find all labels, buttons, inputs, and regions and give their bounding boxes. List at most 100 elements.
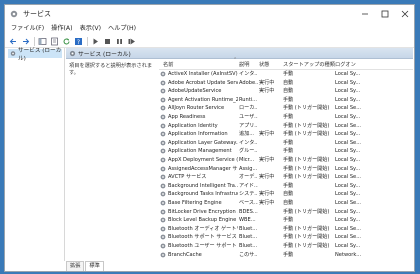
service-startup-type: 手動 (トリガー開始): [283, 105, 330, 112]
service-row[interactable]: AllJoyn Router Service ローカ... 手動 (トリガー開始) L…: [159, 104, 413, 112]
service-startup-type: 手動: [283, 182, 294, 189]
service-row[interactable]: Background Intelligent Tra... アイド... 手動 Loc…: [159, 182, 413, 190]
properties-icon: [51, 37, 58, 45]
service-startup-type: 手動 (トリガー開始): [283, 234, 330, 241]
details-pane: サービス (ローカル) 項目を選択すると説明が表示されます。 名前 ⌃ 説明 状…: [66, 48, 413, 261]
service-status: 実行中: [259, 79, 275, 86]
service-description-cell: Assig...: [239, 165, 258, 172]
service-row[interactable]: Application Information 追加... 実行中 手動 (トリガー開…: [159, 130, 413, 138]
service-logon: Local Se...: [335, 200, 362, 206]
refresh-button[interactable]: [62, 37, 71, 46]
toolbar-separator: [34, 36, 35, 46]
service-gear-icon: [160, 80, 166, 85]
column-header-startup-type[interactable]: スタートアップの種類: [283, 61, 335, 68]
sort-caret-icon: ⌃: [233, 57, 238, 63]
minimize-button[interactable]: [360, 9, 370, 19]
forward-button[interactable]: [21, 37, 30, 46]
pause-service-button[interactable]: [115, 37, 124, 46]
service-row[interactable]: AppX Deployment Service (... Micr... 実行中 手動…: [159, 156, 413, 164]
service-row[interactable]: Adobe Acrobat Update Serv... Adobe... 実行中 自…: [159, 79, 413, 87]
service-gear-icon: [160, 157, 166, 163]
menu-view[interactable]: 表示(V): [80, 23, 101, 34]
back-button[interactable]: [9, 37, 18, 46]
service-gear-icon: [160, 71, 166, 77]
service-description-cell: このサ...: [239, 251, 258, 258]
column-header-name[interactable]: 名前: [163, 61, 173, 68]
service-startup-type: 手動: [283, 96, 294, 103]
service-description-cell: Runti...: [239, 96, 258, 103]
service-row[interactable]: Agent Activation Runtime_2... Runti... 手動 L…: [159, 96, 413, 104]
service-name: Bluetooth サポート サービス: [168, 234, 237, 241]
stop-icon: [105, 38, 110, 44]
service-name: AdobeUpdateService: [168, 88, 222, 95]
service-gear-icon: [160, 243, 166, 249]
service-name: AVCTP サービス: [168, 174, 207, 181]
service-gear-icon: [160, 114, 166, 120]
service-row[interactable]: BitLocker Drive Encryption ... BDES... 手動 …: [159, 208, 413, 216]
service-row[interactable]: AssignedAccessManager サ... Assig... 手動 (トリ…: [159, 165, 413, 173]
service-startup-type: 自動: [283, 79, 294, 86]
service-gear-icon: [160, 148, 166, 154]
service-logon: Local Se...: [335, 139, 362, 146]
menu-action[interactable]: 操作(A): [51, 23, 72, 34]
list-header: 名前 ⌃ 説明 状態 スタートアップの種類 ログオン: [159, 57, 413, 70]
maximize-button[interactable]: [380, 9, 390, 19]
service-logon: Local Sy...: [335, 148, 361, 155]
restart-service-button[interactable]: [127, 37, 136, 46]
service-row[interactable]: Bluetooth サポート サービス Bluet... 手動 (トリガー開始) Lo…: [159, 233, 413, 241]
service-startup-type: 手動: [283, 114, 294, 120]
service-gear-icon: [160, 234, 166, 240]
service-gear-icon: [160, 226, 166, 232]
stop-service-button[interactable]: [103, 37, 112, 46]
service-description-cell: インタ...: [239, 71, 258, 77]
service-row[interactable]: Background Tasks Infrastruc... システ... 実行中 自…: [159, 190, 413, 198]
tab-standard[interactable]: 標準: [85, 261, 104, 271]
service-description-cell: ローカ...: [239, 105, 258, 112]
tree-item-label: サービス (ローカル): [18, 47, 62, 62]
service-gear-icon: [160, 200, 166, 206]
service-row[interactable]: AVCTP サービス オーデ... 実行中 手動 (トリガー開始) Local Se..…: [159, 173, 413, 181]
service-name: Agent Activation Runtime_2...: [168, 96, 238, 103]
menu-file[interactable]: ファイル(F): [11, 23, 44, 34]
service-logon: Local Sy...: [335, 88, 361, 95]
menu-bar: ファイル(F) 操作(A) 表示(V) ヘルプ(H): [5, 23, 414, 34]
service-name: Bluetooth オーディオ ゲートウェ...: [168, 225, 238, 232]
service-logon: Local Sy...: [335, 191, 361, 198]
service-description-cell: Bluet...: [239, 225, 258, 232]
service-gear-icon: [160, 217, 166, 223]
tab-extended[interactable]: 拡張: [66, 261, 85, 271]
service-row[interactable]: Application Identity アプリ... 手動 (トリガー開始) Loc…: [159, 122, 413, 130]
service-name: Application Information: [168, 131, 228, 138]
services-list: 名前 ⌃ 説明 状態 スタートアップの種類 ログオン ActiveX Insta…: [159, 57, 413, 261]
start-service-button[interactable]: [91, 37, 100, 46]
service-logon: Local Se...: [335, 105, 362, 112]
service-row[interactable]: Bluetooth オーディオ ゲートウェ...Bluet... 手動 (トリガー…: [159, 225, 413, 233]
column-header-logon[interactable]: ログオン: [335, 61, 356, 68]
service-logon: Local Se...: [335, 122, 362, 129]
console-tree-icon: [38, 37, 47, 45]
help-button[interactable]: ?: [74, 37, 83, 46]
service-row[interactable]: BranchCache このサ... 手動 Network...: [159, 251, 413, 259]
service-logon: Local Sy...: [335, 208, 361, 215]
service-gear-icon: [160, 166, 166, 171]
service-row[interactable]: Application Management グルー... 手動 Local Sy..…: [159, 147, 413, 155]
service-row[interactable]: ActiveX Installer (AxInstSV) インタ... 手動 Loca…: [159, 70, 413, 78]
close-button[interactable]: [400, 9, 410, 19]
service-gear-icon: [160, 140, 166, 146]
service-startup-type: 手動: [283, 251, 294, 258]
menu-help[interactable]: ヘルプ(H): [108, 23, 136, 34]
service-row[interactable]: App Readiness ユーザ... 手動 Local Sy...: [159, 113, 413, 121]
service-row[interactable]: AdobeUpdateService 実行中 自動 Local Sy...: [159, 87, 413, 95]
service-row[interactable]: Base Filtering Engine ベース... 実行中 自動 Local Se…: [159, 199, 413, 207]
service-row[interactable]: Bluetooth ユーザー サポート サ...Bluet... 手動 (トリガー…: [159, 242, 413, 250]
service-name: Bluetooth ユーザー サポート サ...: [168, 243, 238, 249]
service-row[interactable]: Block Level Backup Engine ... WBE... 手動 Loc…: [159, 216, 413, 224]
service-description-cell: Adobe...: [239, 79, 258, 86]
service-logon: Network...: [335, 251, 362, 258]
column-header-description[interactable]: 説明: [239, 61, 249, 68]
service-row[interactable]: Application Layer Gateway... インタ... 手動 Loca…: [159, 139, 413, 147]
properties-button[interactable]: [50, 37, 59, 46]
show-console-tree-button[interactable]: [38, 37, 47, 46]
tree-item-services-local[interactable]: サービス (ローカル): [8, 48, 62, 62]
column-header-status[interactable]: 状態: [259, 61, 269, 68]
